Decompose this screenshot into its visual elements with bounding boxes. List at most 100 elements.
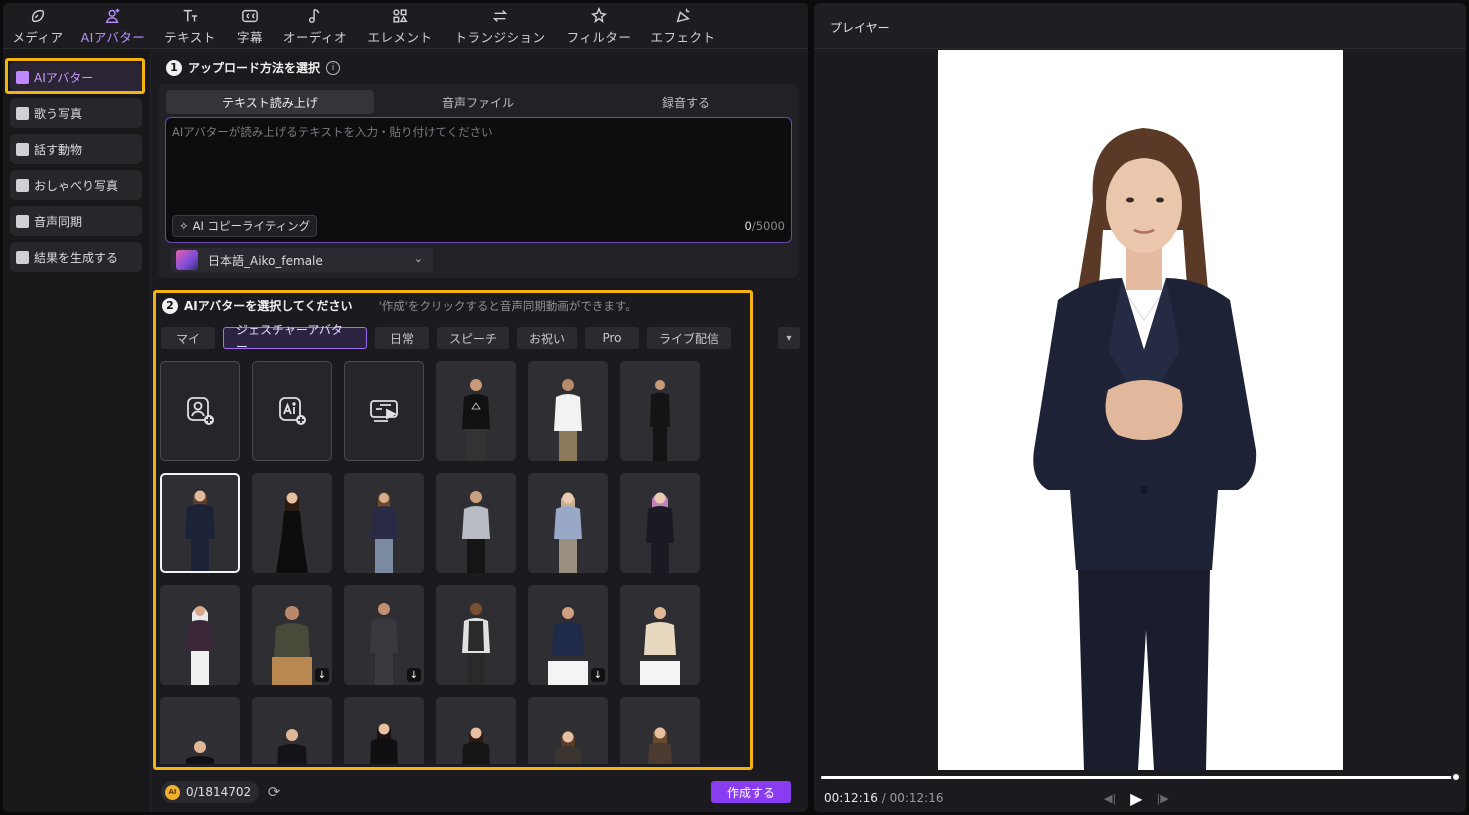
sidebar-item-lip-sync[interactable]: 音声同期 — [10, 206, 142, 236]
toolbar-element[interactable]: エレメント — [357, 3, 443, 49]
sidebar-item-singing-photo[interactable]: 歌う写真 — [10, 98, 142, 128]
magic-wand-icon: ✧ — [179, 219, 189, 233]
audio-icon — [308, 8, 320, 23]
sidebar-item-results[interactable]: 結果を生成する — [10, 242, 142, 272]
avatar-tile[interactable] — [436, 697, 516, 764]
avatar-tile-selected[interactable] — [160, 473, 240, 573]
download-icon[interactable]: ↓ — [315, 668, 329, 682]
upload-photo-avatar-button[interactable] — [160, 361, 240, 461]
voice-select[interactable]: 日本語_Aiko_female ⌄ — [171, 248, 433, 272]
avatar-thumbnail — [554, 492, 582, 573]
video-avatar-button[interactable] — [344, 361, 424, 461]
toolbar-text[interactable]: テキスト — [153, 3, 227, 49]
avatar-thumbnail — [462, 727, 490, 764]
sidebar-item-talking-animal[interactable]: 話す動物 — [10, 134, 142, 164]
photo-icon — [16, 178, 29, 192]
chevron-down-icon: ▾ — [786, 332, 792, 344]
toolbar-ai-avatar[interactable]: AIアバター — [73, 3, 153, 49]
avatar-thumbnail — [272, 606, 312, 685]
tab-gesture-avatar[interactable]: ジェスチャーアバター — [223, 323, 367, 354]
ai-credit-icon: AI — [165, 784, 180, 800]
upload-mode-tabs: テキスト読み上げ 音声ファイル 録音する — [166, 90, 790, 114]
toolbar-transition[interactable]: トランジション — [443, 3, 557, 49]
tab-text-to-speech[interactable]: テキスト読み上げ — [166, 90, 374, 114]
ai-add-icon — [279, 397, 306, 425]
avatar-thumbnail — [370, 723, 398, 764]
toolbar-audio[interactable]: オーディオ — [273, 3, 357, 49]
progress-bar[interactable] — [821, 776, 1457, 779]
avatar-thumbnail — [650, 380, 670, 461]
play-icon[interactable]: ▶ — [1130, 789, 1142, 808]
sidebar-item-talking-photo[interactable]: おしゃべり写真 — [10, 170, 142, 200]
sidebar: AIアバター 歌う写真 話す動物 おしゃべり写真 音声同期 結果を生成する — [3, 50, 151, 812]
download-icon[interactable]: ↓ — [591, 668, 605, 682]
avatar-tile[interactable] — [252, 473, 332, 573]
section2-title-text: AIアバターを選択してください — [184, 299, 353, 313]
char-counter: 0/5000 — [745, 219, 785, 233]
tab-daily[interactable]: 日常 — [375, 327, 429, 349]
ai-copywriting-button[interactable]: ✧ AI コピーライティング — [172, 215, 318, 237]
avatar-thumbnail — [548, 607, 588, 685]
upload-method-card: テキスト読み上げ 音声ファイル 録音する ✧ AI コピーライティング 0/50… — [158, 84, 798, 278]
toolbar-effect[interactable]: エフェクト — [641, 3, 725, 49]
avatar-tile[interactable] — [620, 697, 700, 764]
avatar-tile[interactable] — [436, 585, 516, 685]
tab-my[interactable]: マイ — [161, 327, 215, 349]
tab-record[interactable]: 録音する — [582, 90, 790, 114]
avatar-thumbnail — [277, 729, 307, 764]
avatar-category-tabs: マイ ジェスチャーアバター 日常 スピーチ お祝い Pro ライブ配信 — [161, 323, 731, 354]
current-time: 00:12:16 — [824, 791, 878, 805]
progress-handle[interactable] — [1451, 772, 1461, 782]
toolbar-label: テキスト — [164, 29, 216, 45]
avatar-tile[interactable]: ↓ — [344, 585, 424, 685]
next-frame-icon[interactable]: |▶ — [1156, 792, 1168, 805]
tab-pro[interactable]: Pro — [585, 327, 639, 349]
avatar-preview-image — [938, 50, 1343, 770]
create-ai-avatar-button[interactable] — [252, 361, 332, 461]
avatar-tile[interactable] — [620, 473, 700, 573]
avatar-tile[interactable] — [252, 697, 332, 764]
avatar-tile[interactable] — [344, 473, 424, 573]
refresh-icon[interactable]: ⟳ — [265, 783, 283, 801]
previous-frame-icon[interactable]: ◀| — [1104, 792, 1116, 805]
sidebar-item-label: AIアバター — [34, 70, 94, 85]
expand-categories-button[interactable]: ▾ — [778, 327, 800, 349]
sidebar-item-ai-avatar[interactable]: AIアバター — [10, 62, 142, 92]
avatar-tile[interactable] — [528, 697, 608, 764]
top-toolbar: メディア AIアバター テキスト 字幕 オーディオ エレメント トランジション — [3, 3, 808, 49]
toolbar-label: メディア — [12, 29, 64, 45]
text-icon — [183, 9, 198, 21]
download-icon[interactable]: ↓ — [407, 668, 421, 682]
toolbar-media[interactable]: メディア — [3, 3, 73, 49]
tab-speech[interactable]: スピーチ — [437, 327, 509, 349]
info-icon[interactable]: i — [326, 60, 341, 75]
avatar-tile[interactable]: ↓ — [528, 585, 608, 685]
video-preview[interactable] — [938, 50, 1343, 770]
avatar-tile[interactable] — [528, 361, 608, 461]
avatar-tile[interactable] — [620, 585, 700, 685]
toolbar-subtitle[interactable]: 字幕 — [227, 3, 273, 49]
tab-live-stream[interactable]: ライブ配信 — [647, 327, 731, 349]
tab-audio-file[interactable]: 音声ファイル — [374, 90, 582, 114]
toolbar-label: エレメント — [367, 29, 433, 45]
tab-celebration[interactable]: お祝い — [517, 327, 577, 349]
sidebar-item-label: おしゃべり写真 — [34, 178, 119, 193]
avatar-tile[interactable]: ↓ — [252, 585, 332, 685]
avatar-tile[interactable] — [436, 361, 516, 461]
toolbar-label: オーディオ — [282, 29, 348, 45]
avatar-tile[interactable] — [160, 585, 240, 685]
avatar-tile[interactable] — [528, 473, 608, 573]
voice-avatar — [176, 250, 198, 270]
player-title: プレイヤー — [830, 21, 890, 35]
avatar-tile[interactable] — [344, 697, 424, 764]
avatar-tile[interactable] — [436, 473, 516, 573]
avatar-tile[interactable] — [160, 697, 240, 764]
avatar-tile[interactable] — [620, 361, 700, 461]
char-limit: /5000 — [751, 219, 785, 233]
ai-avatar-icon — [105, 8, 120, 23]
media-icon — [31, 9, 45, 22]
toolbar-filter[interactable]: フィルター — [557, 3, 641, 49]
script-input[interactable] — [166, 118, 791, 206]
create-button[interactable]: 作成する — [711, 781, 791, 803]
element-icon — [393, 8, 408, 23]
